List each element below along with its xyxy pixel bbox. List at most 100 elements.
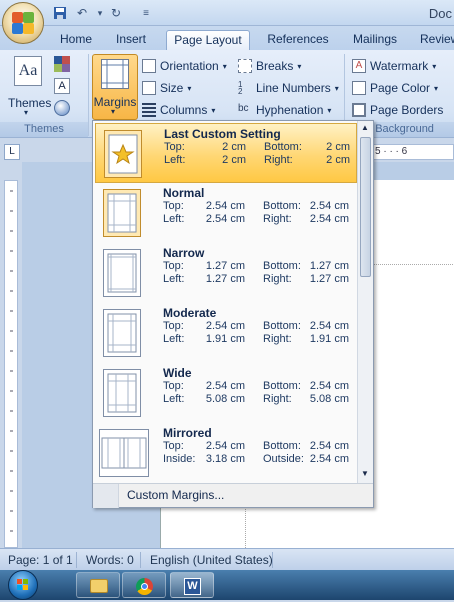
option-value: 2 cm xyxy=(326,141,350,153)
themes-button[interactable]: Aa Themes ▾ xyxy=(8,54,51,117)
option-row: Left: 1.91 cm Right: 1.91 cm xyxy=(163,333,349,345)
columns-label: Columns xyxy=(160,103,208,117)
watermark-button[interactable]: A Watermark ▾ xyxy=(352,56,436,76)
tab-mailings[interactable]: Mailings xyxy=(346,30,404,50)
scroll-up-icon[interactable]: ▲ xyxy=(361,123,369,132)
menu-footer-gutter xyxy=(93,484,119,508)
orientation-label: Orientation xyxy=(160,59,219,73)
page-color-button[interactable]: Page Color ▾ xyxy=(352,78,438,98)
margin-option-last-custom[interactable]: Last Custom Setting Top: 2 cm Bottom: 2 … xyxy=(95,123,357,183)
margins-icon xyxy=(101,59,129,89)
option-key: Left: xyxy=(163,213,185,225)
option-key: Right: xyxy=(264,154,293,166)
tab-selector[interactable]: L xyxy=(4,144,20,160)
option-key: Right: xyxy=(263,213,292,225)
tab-references[interactable]: References xyxy=(262,30,334,50)
chrome-icon xyxy=(136,578,153,595)
undo-icon[interactable]: ↶ xyxy=(74,5,90,21)
breaks-label: Breaks xyxy=(256,59,294,73)
word-icon: W xyxy=(184,578,201,595)
word-count-status[interactable]: Words: 0 xyxy=(86,553,134,567)
option-value: 2.54 cm xyxy=(309,200,349,212)
option-key: Top: xyxy=(163,380,184,392)
taskbar-explorer[interactable] xyxy=(76,572,120,598)
option-value: 2.54 cm xyxy=(205,320,245,332)
margin-option-mirrored[interactable]: Mirrored Top: 2.54 cm Bottom: 2.54 cm In… xyxy=(95,423,357,483)
option-row: Inside: 3.18 cm Outside: 2.54 cm xyxy=(163,453,349,465)
margin-option-narrow[interactable]: Narrow Top: 1.27 cm Bottom: 1.27 cm Left… xyxy=(95,243,357,303)
group-separator xyxy=(88,54,89,136)
option-title: Moderate xyxy=(163,306,217,320)
hyphenation-button[interactable]: bc Hyphenation ▾ xyxy=(238,100,331,120)
option-title: Last Custom Setting xyxy=(164,127,281,141)
scroll-thumb[interactable] xyxy=(360,137,371,277)
office-button-icon xyxy=(10,10,36,36)
option-value: 1.27 cm xyxy=(309,260,349,272)
option-value: 2.54 cm xyxy=(205,380,245,392)
option-row: Left: 2 cm Right: 2 cm xyxy=(164,154,350,166)
breaks-button[interactable]: Breaks ▾ xyxy=(238,56,301,76)
margin-option-wide[interactable]: Wide Top: 2.54 cm Bottom: 2.54 cm Left: … xyxy=(95,363,357,423)
undo-dropdown-icon[interactable]: ▾ xyxy=(92,5,108,21)
option-value: 1.91 cm xyxy=(309,333,349,345)
customize-toolbar-icon[interactable]: ≡ xyxy=(138,5,154,21)
option-row: Left: 1.27 cm Right: 1.27 cm xyxy=(163,273,349,285)
tab-insert[interactable]: Insert xyxy=(108,30,154,50)
line-numbers-button[interactable]: 12 Line Numbers ▾ xyxy=(238,78,339,98)
option-row: Left: 2.54 cm Right: 2.54 cm xyxy=(163,213,349,225)
option-title: Mirrored xyxy=(163,426,212,440)
margins-menu: Last Custom Setting Top: 2 cm Bottom: 2 … xyxy=(92,120,374,508)
theme-fonts-icon[interactable]: A xyxy=(54,78,70,94)
narrow-margins-icon xyxy=(103,249,141,297)
hyphenation-label: Hyphenation xyxy=(256,103,324,117)
chevron-down-icon: ▾ xyxy=(111,107,116,116)
menu-scrollbar[interactable]: ▲ ▼ xyxy=(357,121,373,483)
watermark-icon: A xyxy=(352,59,366,73)
option-key: Left: xyxy=(163,393,185,405)
option-key: Left: xyxy=(163,333,185,345)
option-row: Top: 2.54 cm Bottom: 2.54 cm xyxy=(163,380,349,392)
save-icon[interactable] xyxy=(52,5,68,21)
theme-colors-icon[interactable] xyxy=(54,56,70,72)
chevron-down-icon: ▾ xyxy=(24,108,29,117)
option-value: 2.54 cm xyxy=(205,213,245,225)
start-button[interactable] xyxy=(2,570,44,600)
page-color-label: Page Color xyxy=(370,81,431,95)
option-key: Left: xyxy=(164,154,186,166)
chevron-down-icon: ▾ xyxy=(432,61,437,71)
orientation-button[interactable]: Orientation ▾ xyxy=(142,56,227,76)
size-button[interactable]: Size ▾ xyxy=(142,78,191,98)
status-separator xyxy=(76,552,77,568)
scroll-down-icon[interactable]: ▼ xyxy=(361,469,369,478)
option-value: 2.54 cm xyxy=(309,380,349,392)
redo-icon[interactable]: ↻ xyxy=(108,5,124,21)
status-bar: Page: 1 of 1 Words: 0 English (United St… xyxy=(0,548,454,570)
option-title: Wide xyxy=(163,366,192,380)
ribbon-tabs: Home Insert Page Layout References Maili… xyxy=(0,26,454,50)
margins-button[interactable]: Margins ▾ xyxy=(92,54,138,120)
page-count-status[interactable]: Page: 1 of 1 xyxy=(8,553,73,567)
margin-option-normal[interactable]: Normal Top: 2.54 cm Bottom: 2.54 cm Left… xyxy=(95,183,357,243)
size-icon xyxy=(142,81,156,95)
language-status[interactable]: English (United States) xyxy=(150,553,273,567)
vertical-ruler[interactable] xyxy=(4,180,18,548)
columns-button[interactable]: Columns ▾ xyxy=(142,100,215,120)
theme-effects-icon[interactable] xyxy=(54,100,70,116)
ruler-labels: 5 · · · 6 xyxy=(375,146,408,157)
themes-group-label: Themes xyxy=(0,122,88,137)
page-borders-button[interactable]: Page Borders xyxy=(352,100,443,120)
custom-margins-item[interactable]: Custom Margins... xyxy=(127,488,224,502)
margin-option-moderate[interactable]: Moderate Top: 2.54 cm Bottom: 2.54 cm Le… xyxy=(95,303,357,363)
tab-home[interactable]: Home xyxy=(54,30,98,50)
taskbar-word[interactable]: W xyxy=(170,572,214,598)
themes-icon: Aa xyxy=(14,56,42,86)
option-title: Narrow xyxy=(163,246,205,260)
tab-review[interactable]: Review xyxy=(420,30,454,50)
size-label: Size xyxy=(160,81,184,95)
horizontal-ruler[interactable]: 5 · · · 6 xyxy=(370,144,454,160)
option-value: 1.27 cm xyxy=(205,260,245,272)
taskbar-chrome[interactable] xyxy=(122,572,166,598)
tab-page-layout[interactable]: Page Layout xyxy=(166,30,250,50)
office-button[interactable] xyxy=(2,2,44,44)
chevron-down-icon: ▾ xyxy=(334,83,339,93)
